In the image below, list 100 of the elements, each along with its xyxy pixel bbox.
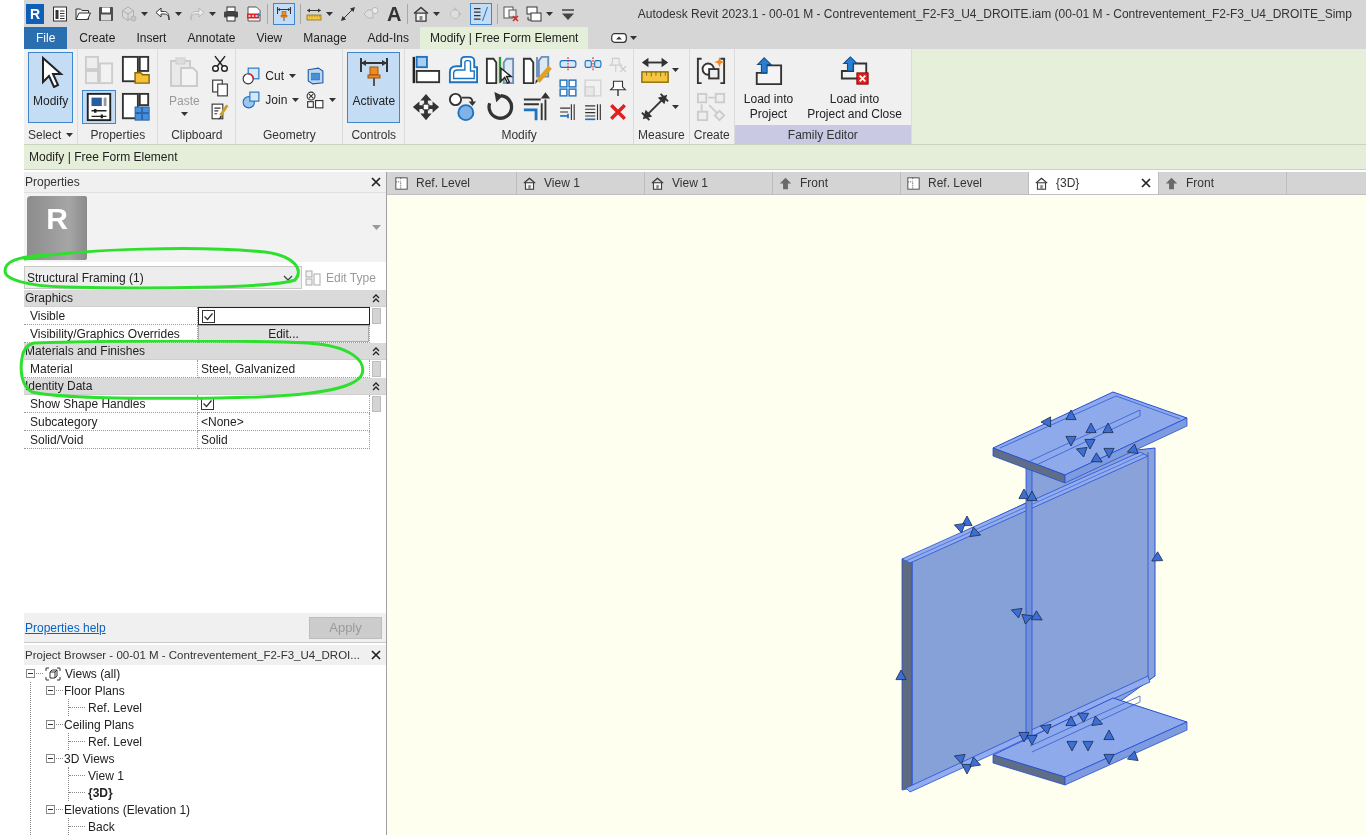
collapse-box-icon[interactable] (26, 669, 35, 678)
window-tab[interactable]: Ref. Level (389, 172, 517, 194)
ribbon-tab[interactable]: File (24, 27, 68, 49)
help-link[interactable]: Properties help (25, 620, 106, 635)
shape-handle[interactable] (1026, 490, 1038, 501)
switch-windows-icon[interactable] (526, 5, 543, 22)
tree-item[interactable]: Ref. Level (88, 700, 143, 715)
window-tab[interactable]: View 1 (517, 172, 645, 194)
window-tab[interactable]: Front (1159, 172, 1287, 194)
undo-icon[interactable] (155, 5, 171, 22)
ribbon-button[interactable]: Load into Project (738, 52, 799, 123)
caret-icon[interactable] (672, 68, 680, 72)
ribbon-button[interactable]: Load into Project and Close (802, 52, 907, 123)
save-icon[interactable] (98, 5, 114, 22)
group-header[interactable]: Graphics (24, 290, 386, 307)
close-windows-icon[interactable] (503, 5, 520, 22)
grid-squares-icon[interactable] (559, 79, 578, 97)
ribbon-tab[interactable]: View (246, 27, 293, 49)
caret-icon[interactable] (66, 132, 74, 137)
house-icon[interactable] (523, 176, 536, 190)
caret-icon[interactable] (292, 98, 300, 102)
ribbon-tab[interactable]: Manage (293, 27, 357, 49)
shape-handle[interactable] (1018, 732, 1030, 743)
ruler-arrow-icon[interactable] (640, 55, 671, 85)
shape-handle[interactable] (1077, 712, 1090, 723)
shape-handle[interactable] (1076, 447, 1088, 458)
shape-handle[interactable] (1030, 610, 1043, 621)
pin-icon[interactable] (609, 79, 628, 97)
offset-icon[interactable] (448, 55, 479, 85)
ribbon-button[interactable]: Activate (347, 52, 401, 123)
ribbon-button[interactable]: Join (240, 90, 302, 110)
dimension-pin-icon[interactable] (357, 56, 390, 88)
close-icon[interactable] (371, 650, 381, 660)
collapse-chevron-icon[interactable] (372, 293, 380, 303)
collapse-box-icon[interactable] (46, 720, 55, 729)
diagonal-arrow-icon[interactable] (640, 92, 671, 122)
delete-icon[interactable] (609, 103, 628, 121)
text-button[interactable]: A (386, 3, 403, 24)
shape-handle[interactable] (969, 756, 981, 767)
tree-item[interactable]: Floor Plans (64, 683, 125, 698)
shape-handle[interactable] (1151, 551, 1164, 562)
shape-handle[interactable] (1040, 724, 1052, 735)
shape-handle[interactable] (961, 515, 973, 526)
diagonal-dimension-icon[interactable] (340, 5, 356, 22)
shape-handle[interactable] (1040, 416, 1051, 428)
scissors-icon[interactable] (211, 55, 230, 73)
split-icon[interactable] (559, 55, 578, 73)
window-tab[interactable]: Front (773, 172, 901, 194)
window-list-icon[interactable] (52, 5, 68, 22)
shape-handle[interactable] (1066, 741, 1078, 752)
printer-icon[interactable] (223, 5, 239, 22)
shape-handle[interactable] (1026, 735, 1038, 746)
shape-handle[interactable] (1091, 715, 1103, 726)
group-header[interactable]: Materials and Finishes (24, 343, 386, 360)
tree-item[interactable]: Elevations (Elevation 1) (64, 802, 191, 817)
tree-item[interactable]: {3D} (88, 785, 113, 800)
shape-handle[interactable] (1018, 488, 1030, 499)
shape-handle[interactable] (895, 669, 907, 680)
caret-icon[interactable] (630, 36, 638, 40)
mirror-pencil-icon[interactable] (522, 55, 553, 85)
up-arrow-icon[interactable] (779, 176, 792, 190)
floor-plan-icon[interactable] (395, 176, 408, 190)
trim-multiple-icon[interactable] (584, 103, 603, 121)
circle-squares-icon[interactable] (306, 91, 325, 109)
ribbon-tab[interactable]: Annotate (177, 27, 246, 49)
shape-handle[interactable] (954, 523, 966, 534)
house-icon[interactable] (1035, 176, 1048, 190)
ribbon-toggle-icon[interactable] (611, 33, 628, 43)
corner-lines-icon[interactable] (522, 92, 553, 122)
box-icon[interactable] (306, 67, 325, 85)
house-icon[interactable] (651, 176, 664, 190)
move-arrows-icon[interactable] (411, 92, 442, 122)
ribbon-tab[interactable]: Insert (126, 27, 177, 49)
group-sparkle-icon[interactable] (695, 55, 726, 85)
open-folder-icon[interactable] (75, 5, 91, 22)
collapse-box-icon[interactable] (46, 805, 55, 814)
window-tab[interactable]: Ref. Level (901, 172, 1029, 194)
caret-icon[interactable] (289, 74, 297, 78)
shape-handle[interactable] (961, 764, 973, 775)
caret-icon[interactable] (326, 11, 333, 16)
shape-handle[interactable] (1082, 741, 1094, 752)
paintbrush-icon[interactable] (211, 103, 230, 121)
ribbon-tab[interactable]: Add-Ins (357, 27, 419, 49)
up-arrow-icon[interactable] (1165, 176, 1178, 190)
tree-item[interactable]: Ref. Level (88, 734, 143, 749)
split-gap-icon[interactable] (584, 55, 603, 73)
shape-handle[interactable] (1011, 608, 1023, 619)
circle-square-icon[interactable] (242, 67, 261, 85)
rotate-icon[interactable] (485, 92, 516, 122)
mirror-cursor-icon[interactable] (485, 55, 516, 85)
load-close-icon[interactable] (838, 56, 871, 86)
collapse-chevron-icon[interactable] (372, 381, 380, 391)
ribbon-tab[interactable]: Modify | Free Form Element (419, 27, 589, 49)
window-tab[interactable]: {3D} (1029, 172, 1159, 194)
close-icon[interactable] (1141, 178, 1151, 188)
app-logo[interactable]: R (26, 3, 44, 24)
tree-item[interactable]: Views (all) (65, 666, 121, 681)
caret-icon[interactable] (672, 105, 680, 109)
collapse-box-icon[interactable] (46, 686, 55, 695)
ribbon-button[interactable]: Cut (240, 66, 302, 86)
